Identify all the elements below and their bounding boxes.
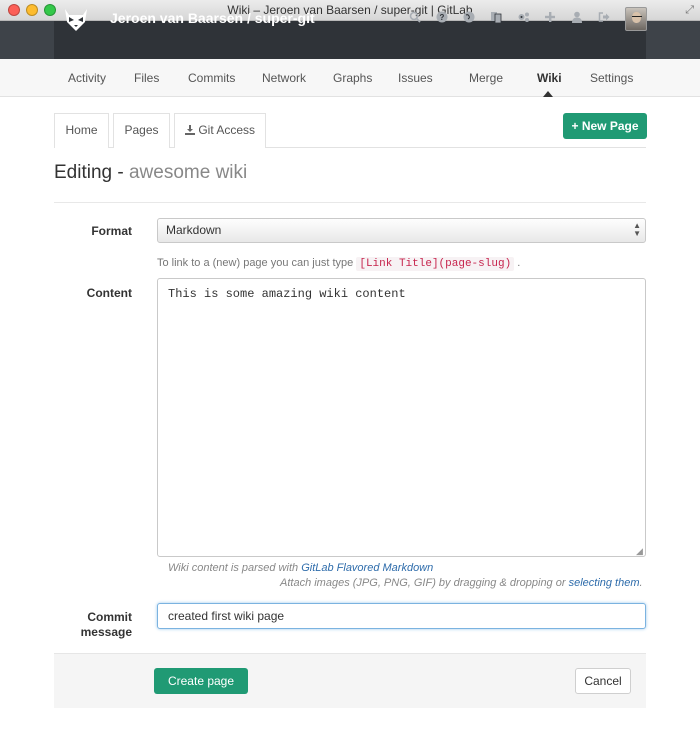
page-title-name: awesome wiki bbox=[128, 162, 248, 183]
logout-icon[interactable] bbox=[597, 11, 611, 27]
project-title[interactable]: Jeroen van Baarsen / super-git bbox=[110, 10, 315, 26]
page-title: Editing - awesome wiki bbox=[54, 162, 247, 184]
markdown-help: Wiki content is parsed with GitLab Flavo… bbox=[168, 562, 433, 574]
form-actions bbox=[54, 653, 646, 708]
select-arrows-icon: ▲ ▼ bbox=[633, 221, 641, 238]
globe-icon[interactable] bbox=[462, 11, 476, 27]
nav-activity[interactable]: Activity bbox=[68, 71, 106, 85]
nav-wiki[interactable]: Wiki bbox=[537, 71, 562, 85]
page-title-prefix: Editing - bbox=[54, 162, 129, 183]
create-page-button[interactable]: Create page bbox=[154, 668, 248, 694]
nav-files[interactable]: Files bbox=[134, 71, 159, 85]
svg-text:?: ? bbox=[440, 13, 445, 22]
avatar[interactable] bbox=[625, 7, 647, 31]
link-hint-suffix: . bbox=[517, 257, 521, 269]
admin-icon[interactable] bbox=[516, 11, 530, 27]
wiki-subtabs: Home Pages Git Access bbox=[54, 113, 646, 148]
cancel-button[interactable]: Cancel bbox=[575, 668, 631, 694]
plus-icon: + bbox=[571, 119, 579, 133]
fullscreen-icon[interactable]: ⤢ bbox=[685, 4, 694, 17]
commit-message-label: Commit message bbox=[54, 610, 132, 640]
snippets-icon[interactable] bbox=[489, 11, 503, 27]
nav-issues[interactable]: Issues bbox=[398, 71, 433, 85]
commit-label-line2: message bbox=[80, 625, 132, 639]
nav-commits[interactable]: Commits bbox=[188, 71, 235, 85]
attach-help-suffix: . bbox=[639, 577, 643, 589]
format-select-value: Markdown bbox=[166, 223, 222, 237]
link-hint: To link to a (new) page you can just typ… bbox=[157, 257, 521, 271]
format-label: Format bbox=[91, 224, 132, 238]
nav-settings[interactable]: Settings bbox=[590, 71, 633, 85]
user-icon[interactable] bbox=[570, 11, 584, 27]
markdown-help-link[interactable]: GitLab Flavored Markdown bbox=[301, 562, 433, 574]
avatar-glasses bbox=[632, 16, 642, 19]
gitlab-logo-icon[interactable] bbox=[54, 0, 98, 38]
attach-help-prefix: Attach images (JPG, PNG, GIF) by draggin… bbox=[280, 577, 566, 589]
commit-label-line1: Commit bbox=[87, 610, 132, 624]
nav-graphs[interactable]: Graphs bbox=[333, 71, 372, 85]
link-hint-prefix: To link to a (new) page you can just typ… bbox=[157, 257, 354, 269]
format-select[interactable]: Markdown ▲ ▼ bbox=[157, 218, 646, 243]
download-icon bbox=[184, 125, 195, 135]
tab-home[interactable]: Home bbox=[54, 113, 109, 148]
select-files-link[interactable]: selecting them bbox=[569, 577, 640, 589]
tab-pages[interactable]: Pages bbox=[113, 113, 170, 148]
window-titlebar: Wiki – Jeroen van Baarsen / super-git | … bbox=[0, 0, 700, 21]
attach-help: Attach images (JPG, PNG, GIF) by draggin… bbox=[280, 577, 643, 589]
window-title: Wiki – Jeroen van Baarsen / super-git | … bbox=[227, 3, 473, 17]
help-icon[interactable]: ? bbox=[435, 11, 449, 27]
active-nav-indicator bbox=[543, 91, 553, 97]
app-header bbox=[0, 21, 700, 59]
content-textarea[interactable]: This is some amazing wiki content bbox=[157, 278, 646, 557]
tab-git-access-label: Git Access bbox=[198, 123, 256, 137]
markdown-help-prefix: Wiki content is parsed with bbox=[168, 562, 299, 574]
divider bbox=[54, 202, 646, 203]
nav-merge[interactable]: Merge bbox=[469, 71, 503, 85]
new-page-button[interactable]: + New Page bbox=[563, 113, 647, 139]
plus-icon[interactable] bbox=[543, 11, 557, 27]
tab-git-access[interactable]: Git Access bbox=[174, 113, 266, 148]
resize-grip-icon[interactable]: ◢ bbox=[636, 546, 643, 557]
project-nav: Activity Files Commits Network Graphs Is… bbox=[0, 59, 700, 97]
commit-message-input[interactable]: created first wiki page bbox=[157, 603, 646, 629]
nav-network[interactable]: Network bbox=[262, 71, 306, 85]
link-hint-code: [Link Title](page-slug) bbox=[356, 257, 515, 271]
content-label: Content bbox=[86, 286, 132, 300]
new-page-label: New Page bbox=[581, 119, 639, 133]
app-header-inner bbox=[54, 21, 646, 59]
search-icon[interactable] bbox=[408, 11, 422, 27]
